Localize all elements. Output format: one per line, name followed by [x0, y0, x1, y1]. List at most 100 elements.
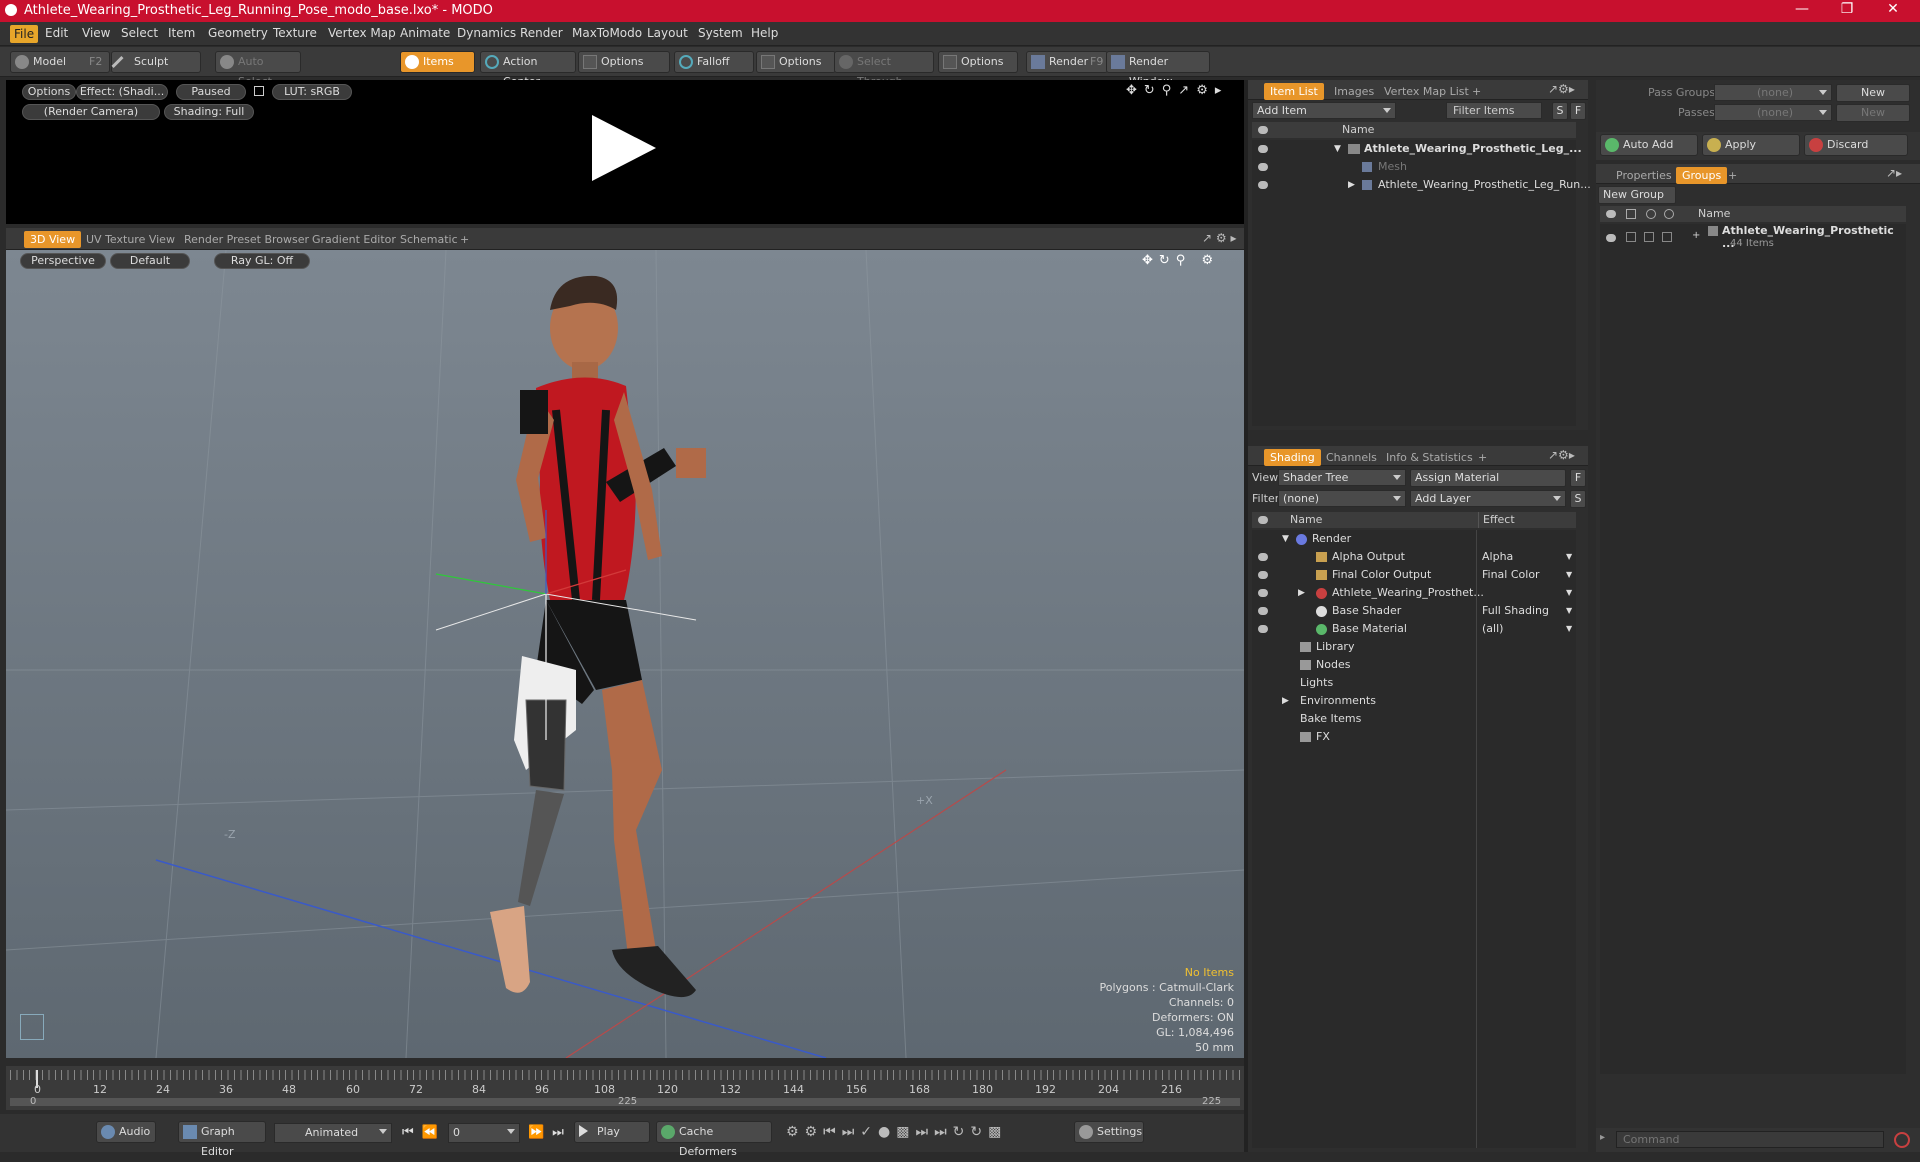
tab-gradient-editor[interactable]: Gradient Editor: [306, 231, 402, 248]
eye-icon[interactable]: [1258, 589, 1268, 597]
tab-properties[interactable]: Properties: [1610, 167, 1678, 184]
falloff-button[interactable]: Falloff: [674, 51, 754, 73]
name-column-header[interactable]: Name: [1698, 206, 1730, 222]
eye-icon[interactable]: [1258, 553, 1268, 561]
add-tab-button[interactable]: +: [1722, 167, 1743, 184]
render-toggle-icon[interactable]: [1626, 232, 1636, 242]
eye-icon[interactable]: [1258, 571, 1268, 579]
tab-render-preset-browser[interactable]: Render Preset Browser: [178, 231, 315, 248]
close-icon[interactable]: ✕: [1873, 1, 1913, 17]
panel-options-icon[interactable]: ↗⚙▸: [1548, 448, 1575, 462]
perspective-dropdown[interactable]: Perspective: [20, 253, 106, 269]
passes-dropdown[interactable]: (none): [1714, 104, 1832, 121]
expand-arrow-icon[interactable]: ▼: [1334, 140, 1341, 158]
expand-plus-icon[interactable]: +: [1692, 230, 1700, 241]
menu-maxtomodo[interactable]: MaxToModo: [572, 26, 642, 40]
auto-select-button[interactable]: Auto Select: [215, 51, 301, 88]
list-item[interactable]: ▶ Athlete_Wearing_Prosthetic_Leg_Run...: [1252, 176, 1591, 194]
menu-help[interactable]: Help: [751, 26, 778, 40]
play-render-icon[interactable]: [592, 115, 656, 181]
viewport-nav-icons[interactable]: ✥↻⚲ ⚙: [1142, 253, 1219, 268]
render-camera-dropdown[interactable]: (Render Camera): [22, 104, 160, 120]
list-item[interactable]: ▼ Athlete_Wearing_Prosthetic_Leg_...: [1252, 140, 1582, 158]
menu-system[interactable]: System: [698, 26, 743, 40]
menu-layout[interactable]: Layout: [647, 26, 688, 40]
tree-row[interactable]: Bake Items: [1252, 710, 1576, 728]
assign-material-button[interactable]: Assign Material: [1410, 469, 1566, 487]
tree-row-effect[interactable]: (all): [1482, 620, 1503, 638]
tree-row[interactable]: Library: [1252, 638, 1576, 656]
transport-forward-icons[interactable]: ⏩⏭: [528, 1125, 572, 1140]
tree-row[interactable]: ▶ Environments: [1252, 692, 1576, 710]
tree-row[interactable]: Final Color Output Final Color ▼: [1252, 566, 1576, 584]
tree-row[interactable]: FX: [1252, 728, 1576, 746]
tab-shading[interactable]: Shading: [1264, 449, 1321, 466]
menu-vertex-map[interactable]: Vertex Map: [328, 26, 396, 40]
menu-animate[interactable]: Animate: [400, 26, 450, 40]
menu-item[interactable]: Item: [168, 26, 195, 40]
tree-row[interactable]: ▶ Athlete_Wearing_Prosthet... ▼: [1252, 584, 1576, 602]
tab-info-statistics[interactable]: Info & Statistics: [1380, 449, 1479, 466]
render-button[interactable]: Render F9: [1026, 51, 1108, 73]
expand-arrow-icon[interactable]: ▶: [1298, 584, 1305, 602]
expand-arrow-icon[interactable]: ▶: [1282, 692, 1289, 710]
shader-filter-dropdown[interactable]: (none): [1278, 490, 1406, 507]
cache-deformers-button[interactable]: Cache Deformers: [656, 1121, 772, 1158]
render-options-button[interactable]: Options: [22, 84, 76, 100]
transport-back-icons[interactable]: ⏮⏪: [402, 1125, 446, 1140]
panel-options-icon[interactable]: ↗▸: [1886, 166, 1902, 180]
lock-icon[interactable]: [254, 86, 264, 96]
audio-button[interactable]: Audio: [96, 1121, 156, 1143]
tab-item-list[interactable]: Item List: [1264, 83, 1324, 100]
add-tab-button[interactable]: +: [454, 231, 475, 248]
tab-groups[interactable]: Groups: [1676, 167, 1728, 184]
frame-field[interactable]: 0: [448, 1123, 520, 1143]
tree-row[interactable]: Base Shader Full Shading ▼: [1252, 602, 1576, 620]
tab-images[interactable]: Images: [1328, 83, 1380, 100]
items-mode-button[interactable]: Items: [400, 51, 475, 73]
minimize-icon[interactable]: —: [1782, 1, 1822, 17]
tree-row[interactable]: Alpha Output Alpha ▼: [1252, 548, 1576, 566]
tree-row[interactable]: Nodes: [1252, 656, 1576, 674]
render-window-button[interactable]: Render Window: [1106, 51, 1210, 88]
key-tools-icons[interactable]: ⚙⚙⏮⏭✓●▩⏭⏭↻↻▩: [786, 1124, 1007, 1140]
eye-icon[interactable]: [1606, 234, 1616, 242]
menu-geometry[interactable]: Geometry: [208, 26, 268, 40]
render-shading-dropdown[interactable]: Shading: Full: [164, 104, 254, 120]
menu-render[interactable]: Render: [520, 26, 563, 40]
filter-f-button[interactable]: F: [1570, 102, 1586, 120]
menu-dynamics[interactable]: Dynamics: [457, 26, 516, 40]
expand-arrow-icon[interactable]: ▶: [1348, 176, 1355, 194]
restore-icon[interactable]: ❐: [1827, 1, 1867, 17]
shader-view-dropdown[interactable]: Shader Tree: [1278, 469, 1406, 486]
expand-arrow-icon[interactable]: ▼: [1282, 530, 1289, 548]
chevron-down-icon[interactable]: ▼: [1566, 620, 1572, 638]
auto-add-button[interactable]: Auto Add: [1600, 134, 1698, 156]
add-tab-button[interactable]: +: [1466, 83, 1487, 100]
chevron-down-icon[interactable]: ▼: [1566, 566, 1572, 584]
settings-button[interactable]: Settings: [1074, 1121, 1144, 1143]
menu-select[interactable]: Select: [121, 26, 158, 40]
chevron-down-icon[interactable]: ▼: [1566, 602, 1572, 620]
falloff-options-button[interactable]: Options: [756, 51, 836, 73]
raygl-dropdown[interactable]: Ray GL: Off: [214, 253, 310, 269]
filter-items-input[interactable]: Filter Items: [1446, 102, 1542, 119]
menu-file[interactable]: File: [10, 25, 39, 43]
command-expand-icon[interactable]: ▸: [1600, 1132, 1605, 1143]
tree-row[interactable]: ▼ Render: [1252, 530, 1576, 548]
eye-icon[interactable]: [1258, 181, 1268, 189]
command-stop-icon[interactable]: [1894, 1132, 1910, 1148]
render-effect-dropdown[interactable]: Effect: (Shadi...: [76, 84, 168, 100]
play-button[interactable]: Play: [574, 1121, 650, 1143]
tree-row-effect[interactable]: Alpha: [1482, 548, 1513, 566]
add-tab-button[interactable]: +: [1472, 449, 1493, 466]
pass-groups-dropdown[interactable]: (none): [1714, 84, 1832, 101]
graph-editor-button[interactable]: Graph Editor: [178, 1121, 266, 1158]
list-item[interactable]: Mesh: [1252, 158, 1576, 176]
lut-dropdown[interactable]: LUT: sRGB: [272, 84, 352, 100]
menu-view[interactable]: View: [82, 26, 110, 40]
tree-row[interactable]: Lights: [1252, 674, 1576, 692]
panel-options-icon[interactable]: ↗⚙▸: [1548, 82, 1575, 96]
lock-toggle-icon[interactable]: [1644, 232, 1654, 242]
tab-uv-texture-view[interactable]: UV Texture View: [80, 231, 181, 248]
